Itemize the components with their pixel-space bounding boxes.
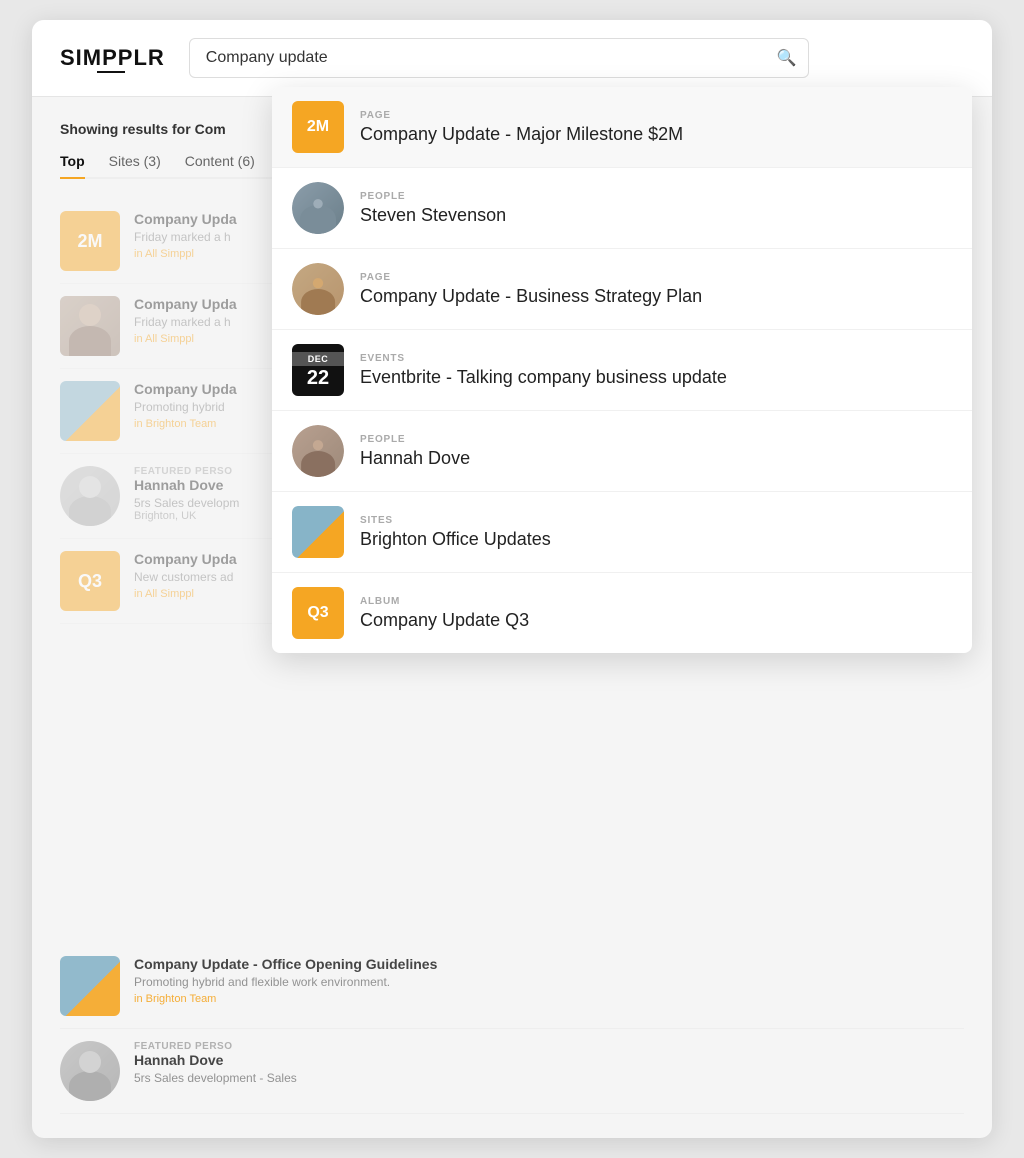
result-title: Company Update - Office Opening Guidelin… [134,956,534,972]
tab-content[interactable]: Content (6) [185,153,255,177]
dropdown-text: PEOPLE Hannah Dove [360,434,952,469]
dropdown-icon-album-q3: Q3 [292,587,344,639]
avatar-person1 [292,182,344,234]
dropdown-category: PAGE [360,110,952,121]
dropdown-icon-sites [292,506,344,558]
app-container: SIMPPLR 🔍 Showing results for Com Top Si… [32,20,992,1138]
dropdown-item-1[interactable]: 2M PAGE Company Update - Major Milestone… [272,87,972,168]
sites-thumbnail [292,506,344,558]
avatar-person2 [292,263,344,315]
dropdown-text: ALBUM Company Update Q3 [360,596,952,631]
dropdown-title: Eventbrite - Talking company business up… [360,367,952,388]
dropdown-item-6[interactable]: SITES Brighton Office Updates [272,492,972,573]
dropdown-text: PEOPLE Steven Stevenson [360,191,952,226]
result-thumbnail [60,381,120,441]
event-month: DEC [292,352,344,366]
dropdown-item-2[interactable]: PEOPLE Steven Stevenson [272,168,972,249]
result-tag: in Brighton Team [134,993,964,1005]
dropdown-icon-person1 [292,182,344,234]
tab-top[interactable]: Top [60,153,85,177]
search-dropdown: 2M PAGE Company Update - Major Milestone… [272,87,972,653]
result-info: Company Update - Office Opening Guidelin… [134,956,964,1005]
result-desc: 5rs Sales development - Sales [134,1071,354,1085]
dropdown-category: PEOPLE [360,191,952,202]
event-day: 22 [307,368,329,388]
dropdown-text: EVENTS Eventbrite - Talking company busi… [360,353,952,388]
dropdown-item-7[interactable]: Q3 ALBUM Company Update Q3 [272,573,972,653]
dropdown-icon-person3 [292,425,344,477]
dropdown-icon-page-2m: 2M [292,101,344,153]
result-thumbnail [60,956,120,1016]
extra-results: Company Update - Office Opening Guidelin… [60,944,964,1114]
logo: SIMPPLR [60,45,165,71]
result-title: Hannah Dove [134,1052,354,1068]
list-item: Company Update - Office Opening Guidelin… [60,944,964,1029]
result-thumbnail [60,296,120,356]
results-prefix: Showing results for [60,121,195,137]
results-query: Com [195,121,226,137]
search-bar: 🔍 [189,38,809,78]
dropdown-title: Hannah Dove [360,448,952,469]
list-item: FEATURED PERSO Hannah Dove 5rs Sales dev… [60,1029,964,1114]
result-desc: Promoting hybrid and flexible work envir… [134,975,534,989]
dropdown-category: PEOPLE [360,434,952,445]
dropdown-item-3[interactable]: PAGE Company Update - Business Strategy … [272,249,972,330]
dropdown-title: Company Update - Major Milestone $2M [360,124,952,145]
dropdown-item-4[interactable]: DEC 22 EVENTS Eventbrite - Talking compa… [272,330,972,411]
featured-label: FEATURED PERSO [134,1041,964,1052]
dropdown-title: Company Update - Business Strategy Plan [360,286,952,307]
dropdown-category: PAGE [360,272,952,283]
dropdown-category: SITES [360,515,952,526]
result-avatar [60,466,120,526]
dropdown-category: EVENTS [360,353,952,364]
dropdown-icon-event: DEC 22 [292,344,344,396]
avatar-person3 [292,425,344,477]
header: SIMPPLR 🔍 [32,20,992,97]
tab-sites[interactable]: Sites (3) [109,153,161,177]
dropdown-title: Steven Stevenson [360,205,952,226]
result-avatar [60,1041,120,1101]
result-thumbnail: 2M [60,211,120,271]
result-thumbnail: Q3 [60,551,120,611]
dropdown-item-5[interactable]: PEOPLE Hannah Dove [272,411,972,492]
dropdown-text: PAGE Company Update - Business Strategy … [360,272,952,307]
main-content: Showing results for Com Top Sites (3) Co… [32,97,992,1138]
dropdown-text: PAGE Company Update - Major Milestone $2… [360,110,952,145]
result-info: FEATURED PERSO Hannah Dove 5rs Sales dev… [134,1041,964,1085]
dropdown-title: Company Update Q3 [360,610,952,631]
dropdown-category: ALBUM [360,596,952,607]
search-icon: 🔍 [777,48,797,68]
search-input[interactable] [189,38,809,78]
dropdown-title: Brighton Office Updates [360,529,952,550]
dropdown-icon-person2 [292,263,344,315]
dropdown-text: SITES Brighton Office Updates [360,515,952,550]
